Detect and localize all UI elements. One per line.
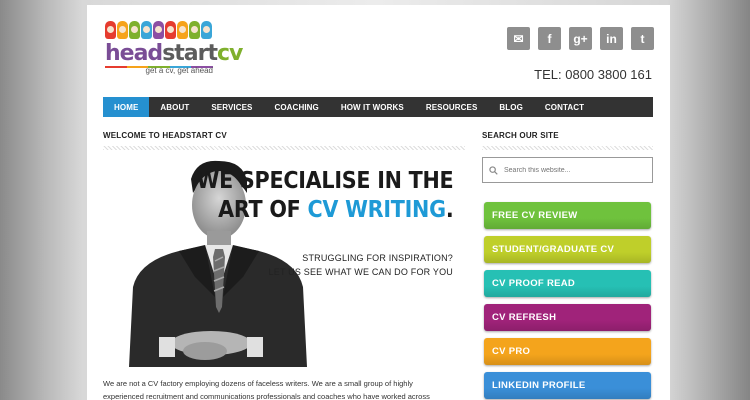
nav-item-home[interactable]: HOME [103, 97, 150, 117]
logo-face-icon [201, 21, 212, 39]
google-plus-icon[interactable]: g+ [569, 27, 592, 50]
nav-item-contact[interactable]: CONTACT [534, 97, 595, 117]
nav-item-resources[interactable]: RESOURCES [415, 97, 489, 117]
page: headstartcv get a cv, get ahead ✉ f g+ in t … [87, 5, 670, 400]
nav-item-services[interactable]: SERVICES [200, 97, 263, 117]
search-box[interactable] [482, 157, 653, 183]
logo-faces [105, 21, 220, 41]
logo-word-cv: cv [217, 41, 243, 66]
search-input[interactable] [504, 166, 644, 174]
search-icon [489, 165, 498, 175]
logo-face-icon [189, 21, 200, 39]
service-button-cv-proof-read[interactable]: CV PROOF READ [484, 270, 651, 297]
nav-item-blog[interactable]: BLOG [488, 97, 534, 117]
logo-word-start: start [162, 41, 218, 66]
logo-face-icon [153, 21, 164, 39]
logo-word-head: head [105, 41, 163, 66]
logo-wordmark: headstartcv [105, 41, 243, 66]
logo-face-icon [177, 21, 188, 39]
logo-face-icon [117, 21, 128, 39]
service-button-free-cv-review[interactable]: FREE CV REVIEW [484, 202, 651, 229]
headline-line-2a: ART OF [217, 197, 308, 223]
logo-face-icon [165, 21, 176, 39]
hero-subtext: STRUGGLING FOR INSPIRATION? LET US SEE W… [269, 251, 453, 279]
hero-banner: WE SPECIALISE IN THE ART OF CV WRITING. … [103, 157, 465, 367]
headline-line-1: WE SPECIALISE IN THE [196, 168, 453, 194]
nav-item-coaching[interactable]: COACHING [263, 97, 329, 117]
title-divider [103, 146, 465, 150]
page-title: WELCOME TO HEADSTART CV [103, 131, 227, 140]
hero-headline: WE SPECIALISE IN THE ART OF CV WRITING. [196, 167, 453, 225]
email-icon[interactable]: ✉ [507, 27, 530, 50]
service-button-student-graduate-cv[interactable]: STUDENT/GRADUATE CV [484, 236, 651, 263]
paragraph-line-2: experienced recruitment and communicatio… [103, 392, 430, 400]
subtext-line-2: LET US SEE WHAT WE CAN DO FOR YOU [268, 267, 453, 277]
service-button-linkedin-profile[interactable]: LINKEDIN PROFILE [484, 372, 651, 399]
service-button-cv-refresh[interactable]: CV REFRESH [484, 304, 651, 331]
main-nav: HOME ABOUT SERVICES COACHING HOW IT WORKS RES… [103, 97, 653, 117]
logo-color-bar [105, 66, 127, 68]
logo-face-icon [129, 21, 140, 39]
logo[interactable]: headstartcv get a cv, get ahead [105, 21, 243, 75]
subtext-line-1: STRUGGLING FOR INSPIRATION? [302, 253, 453, 263]
headline-line-2: ART OF CV WRITING. [196, 196, 454, 225]
social-links: ✉ f g+ in t [507, 27, 654, 50]
headline-line-2c: . [445, 197, 453, 223]
logo-face-icon [105, 21, 116, 39]
linkedin-icon[interactable]: in [600, 27, 623, 50]
intro-paragraph: We are not a CV factory employing dozens… [103, 377, 467, 400]
search-divider [482, 146, 653, 150]
telephone-number: TEL: 0800 3800 161 [534, 67, 652, 82]
headline-highlight: CV WRITING [307, 197, 446, 223]
logo-color-bar [126, 66, 149, 68]
service-button-cv-pro[interactable]: CV PRO [484, 338, 651, 365]
paragraph-line-1: We are not a CV factory employing dozens… [103, 379, 413, 388]
facebook-icon[interactable]: f [538, 27, 561, 50]
logo-face-icon [141, 21, 152, 39]
nav-item-about[interactable]: ABOUT [149, 97, 200, 117]
search-heading: SEARCH OUR SITE [482, 131, 559, 140]
nav-item-how-it-works[interactable]: HOW IT WORKS [330, 97, 415, 117]
twitter-icon[interactable]: t [631, 27, 654, 50]
